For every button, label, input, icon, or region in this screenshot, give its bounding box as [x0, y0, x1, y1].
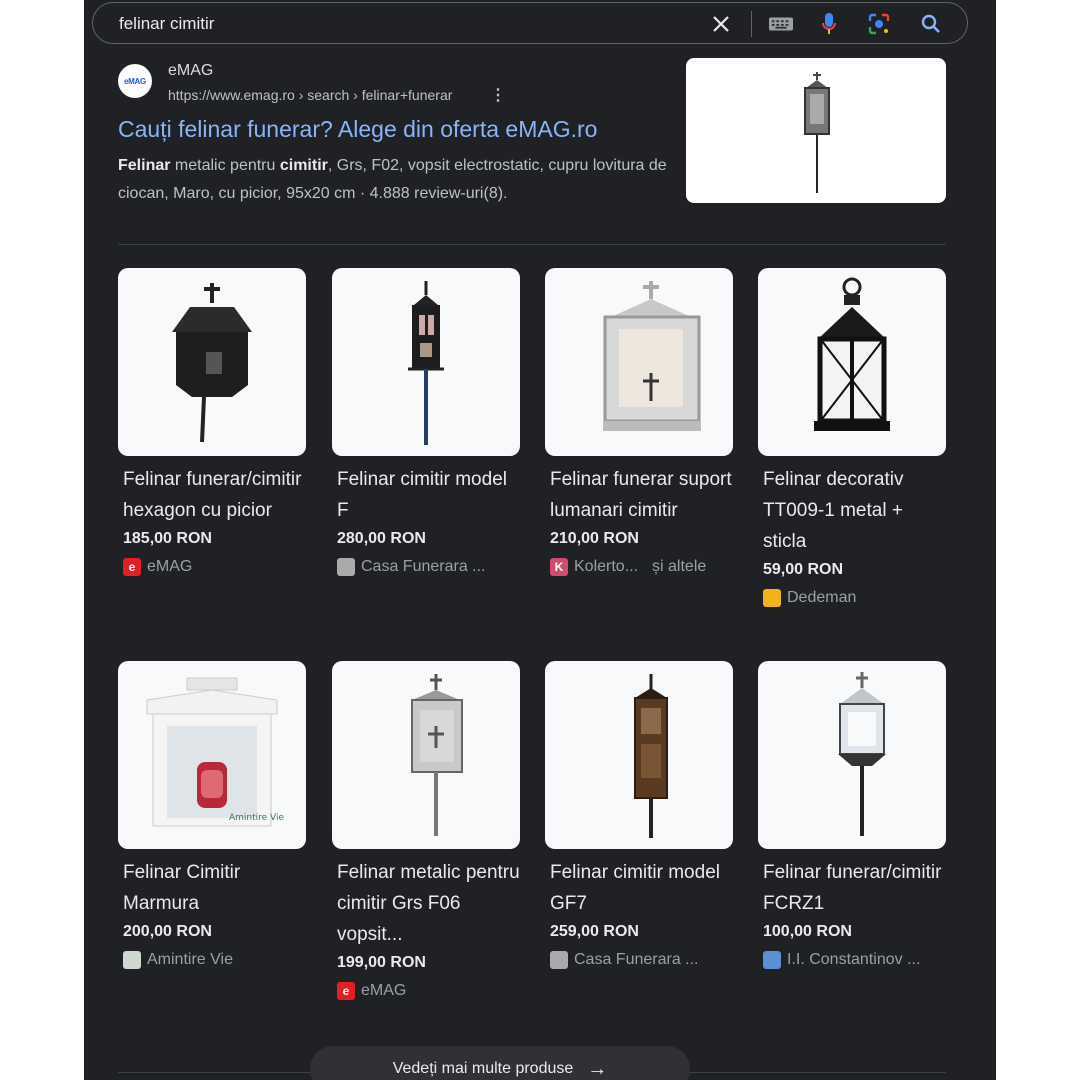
seller-favicon-icon: e	[337, 982, 355, 1000]
snippet-text: metalic pentru	[170, 157, 280, 174]
product-price: 200,00 RON	[123, 923, 212, 940]
product-name[interactable]: Felinar decorativ TT009-1 metal + sticla	[763, 464, 948, 557]
arrow-right-icon: →	[587, 1057, 608, 1080]
product-card[interactable]: Felinar decorativ TT009-1 metal + sticla…	[758, 268, 948, 607]
seller-favicon-icon	[337, 558, 355, 576]
result-snippet: Felinar metalic pentru cimitir, Grs, F02…	[118, 152, 678, 208]
site-favicon[interactable]: eMAG	[118, 64, 152, 98]
product-name[interactable]: Felinar metalic pentru cimitir Grs F06 v…	[337, 857, 522, 950]
product-name[interactable]: Felinar Cimitir Marmura	[123, 857, 308, 919]
seller-favicon-icon	[763, 951, 781, 969]
search-bar[interactable]: felinar cimitir	[92, 2, 968, 44]
product-price: 100,00 RON	[763, 923, 852, 940]
divider	[118, 244, 946, 245]
seller-name: Dedeman	[787, 589, 857, 606]
more-products-button[interactable]: Vedeți mai multe produse →	[310, 1046, 690, 1080]
product-name[interactable]: Felinar funerar/cimitir hexagon cu picio…	[123, 464, 308, 526]
product-image[interactable]	[332, 661, 520, 849]
more-products-label: Vedeți mai multe produse	[392, 1060, 574, 1077]
seller-name: I.I. Constantinov ...	[787, 951, 921, 968]
seller-favicon-icon	[123, 951, 141, 969]
product-name[interactable]: Felinar funerar suport lumanari cimitir	[550, 464, 735, 526]
seller-name: Amintire Vie	[147, 951, 233, 968]
result-thumbnail[interactable]	[686, 58, 946, 203]
product-image[interactable]	[758, 661, 946, 849]
product-price: 259,00 RON	[550, 923, 639, 940]
seller-name: eMAG	[147, 558, 193, 575]
seller-name: Casa Funerara ...	[361, 558, 486, 575]
site-url[interactable]: https://www.emag.ro › search › felinar+f…	[168, 87, 452, 103]
product-price: 185,00 RON	[123, 530, 212, 547]
seller-name: Casa Funerara ...	[574, 951, 699, 968]
product-name[interactable]: Felinar funerar/cimitir FCRZ1	[763, 857, 948, 919]
snippet-bold: cimitir	[279, 157, 328, 174]
seller-name: Kolerto...	[574, 558, 639, 575]
brand-text: Amintire Vie	[229, 813, 285, 823]
seller-favicon-icon: e	[123, 558, 141, 576]
product-card[interactable]: Felinar cimitir model F 280,00 RON Casa Fu…	[332, 268, 522, 576]
product-price: 59,00 RON	[763, 561, 844, 578]
product-card[interactable]: Amintire Vie Felinar Cimitir Marmura 200,0…	[118, 661, 308, 969]
more-options-icon[interactable]: ⋮	[490, 85, 506, 105]
divider	[751, 11, 752, 37]
seller-favicon-icon	[763, 589, 781, 607]
product-card[interactable]: Felinar cimitir model GF7 259,00 RON Casa …	[545, 661, 735, 969]
product-image[interactable]	[758, 268, 946, 456]
seller-favicon-icon: K	[550, 558, 568, 576]
product-card[interactable]: Felinar funerar/cimitir hexagon cu picio…	[118, 268, 308, 576]
product-image[interactable]	[332, 268, 520, 456]
seller-favicon-icon	[550, 951, 568, 969]
favicon-logo-text: eMAG	[124, 76, 146, 86]
seller-name: eMAG	[361, 982, 407, 999]
product-seller: I.I. Constantinov ...	[763, 951, 948, 969]
product-image[interactable]	[545, 268, 733, 456]
product-price: 210,00 RON	[550, 530, 639, 547]
microphone-icon[interactable]	[817, 12, 841, 36]
site-name[interactable]: eMAG	[168, 62, 213, 80]
product-image[interactable]	[545, 661, 733, 849]
product-card[interactable]: Felinar funerar suport lumanari cimitir 2…	[545, 268, 735, 576]
search-results-page: felinar cimitir eMAG eMAG https://www.em…	[84, 0, 996, 1080]
product-seller: e eMAG	[337, 982, 522, 1000]
search-icon[interactable]	[919, 12, 943, 36]
product-image[interactable]	[118, 268, 306, 456]
product-seller: K Kolerto... și altele	[550, 558, 735, 576]
product-name[interactable]: Felinar cimitir model GF7	[550, 857, 735, 919]
product-seller: Casa Funerara ...	[337, 558, 522, 576]
product-price: 280,00 RON	[337, 530, 426, 547]
product-card[interactable]: Felinar funerar/cimitir FCRZ1 100,00 RON I…	[758, 661, 948, 969]
close-icon[interactable]	[709, 12, 733, 36]
product-seller: Dedeman	[763, 589, 948, 607]
keyboard-icon[interactable]	[769, 12, 793, 36]
seller-extra[interactable]: și altele	[652, 558, 706, 576]
product-seller: e eMAG	[123, 558, 308, 576]
product-card[interactable]: Felinar metalic pentru cimitir Grs F06 v…	[332, 661, 522, 1000]
product-price: 199,00 RON	[337, 954, 426, 971]
snippet-bold: Felinar	[118, 157, 171, 174]
search-input[interactable]: felinar cimitir	[119, 14, 214, 34]
result-title-link[interactable]: Cauți felinar funerar? Alege din oferta …	[118, 116, 597, 143]
product-seller: Casa Funerara ...	[550, 951, 735, 969]
product-name[interactable]: Felinar cimitir model F	[337, 464, 522, 526]
product-image[interactable]: Amintire Vie	[118, 661, 306, 849]
product-seller: Amintire Vie	[123, 951, 308, 969]
lens-icon[interactable]	[867, 12, 891, 36]
